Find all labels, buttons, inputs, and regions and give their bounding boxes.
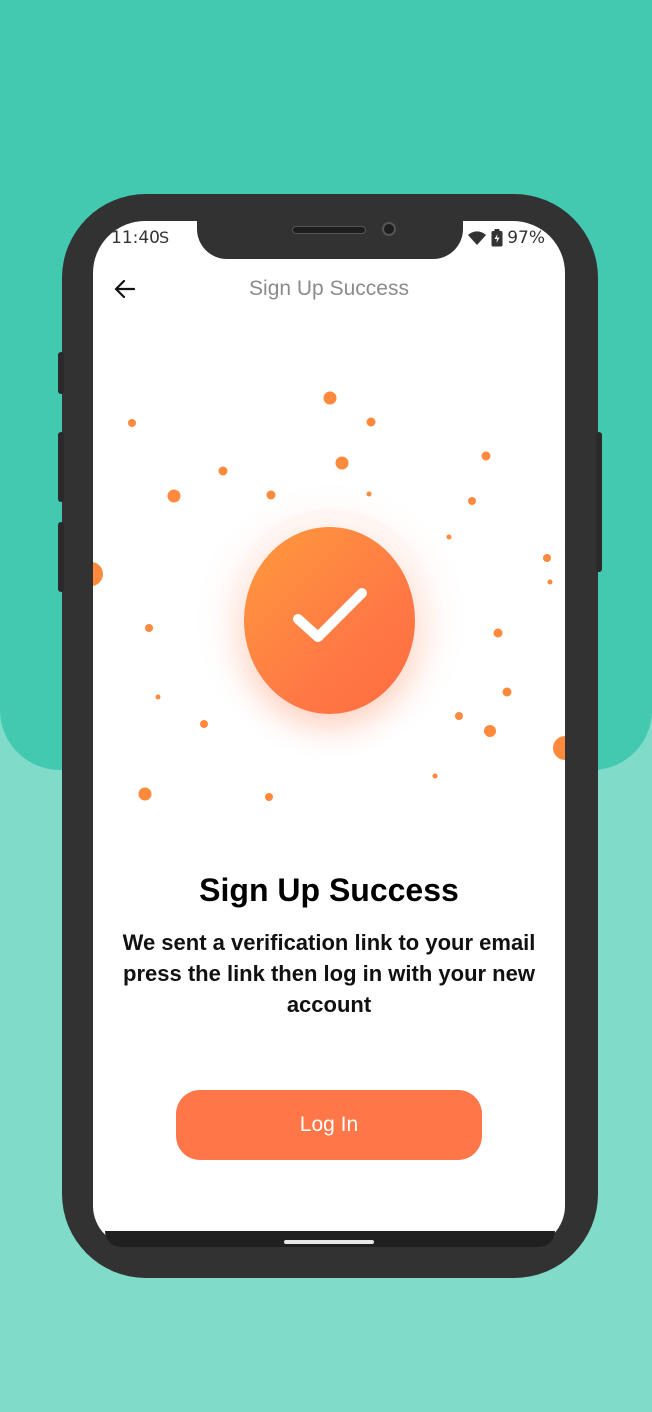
side-button-left-top [58,352,64,394]
side-button-right [596,432,602,572]
side-button-left-bottom [58,522,64,592]
success-message: We sent a verification link to your emai… [122,930,536,1017]
home-indicator[interactable] [284,1240,374,1244]
screen-bottom-bezel [105,1231,555,1247]
success-headline: Sign Up Success [199,872,459,908]
phone-screen: 11:40 S 97% Sign Up Success Sign Up Succ… [93,221,565,1246]
login-button[interactable]: Log In [176,1090,482,1160]
checkmark-icon [293,588,367,642]
side-button-left-mid [58,432,64,502]
success-badge [244,527,415,714]
